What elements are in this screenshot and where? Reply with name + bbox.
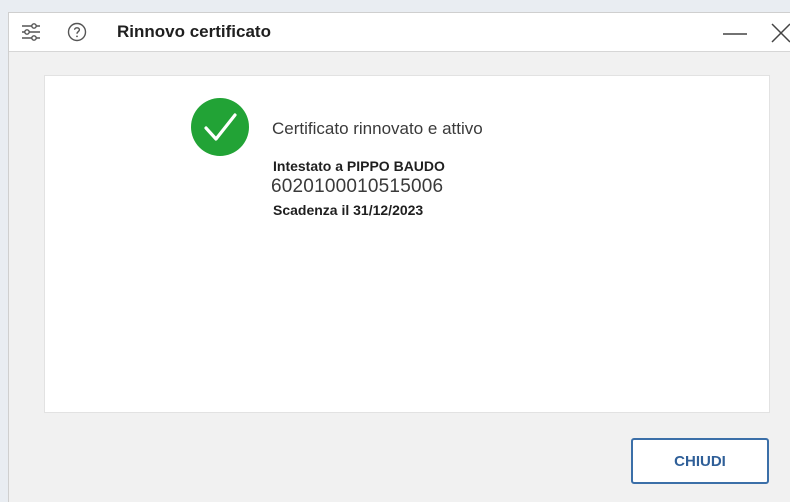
close-dialog-button[interactable]: CHIUDI — [631, 438, 769, 484]
close-window-button[interactable] — [766, 20, 790, 46]
certificate-number: 6020100010515006 — [271, 176, 444, 197]
certificate-holder: Intestato a PIPPO BAUDO — [273, 158, 445, 174]
window-title: Rinnovo certificato — [117, 22, 271, 41]
dialog-window: Rinnovo certificato Certificato rinnovat… — [8, 12, 790, 502]
help-icon[interactable] — [66, 21, 88, 43]
title-bar: Rinnovo certificato — [9, 13, 790, 52]
content-panel: Certificato rinnovato e attivo Intestato… — [44, 75, 770, 413]
settings-sliders-icon[interactable] — [20, 21, 42, 43]
success-check-icon — [191, 98, 249, 156]
status-message: Certificato rinnovato e attivo — [272, 119, 483, 138]
minimize-button[interactable] — [720, 20, 750, 46]
certificate-expiry: Scadenza il 31/12/2023 — [273, 202, 424, 218]
